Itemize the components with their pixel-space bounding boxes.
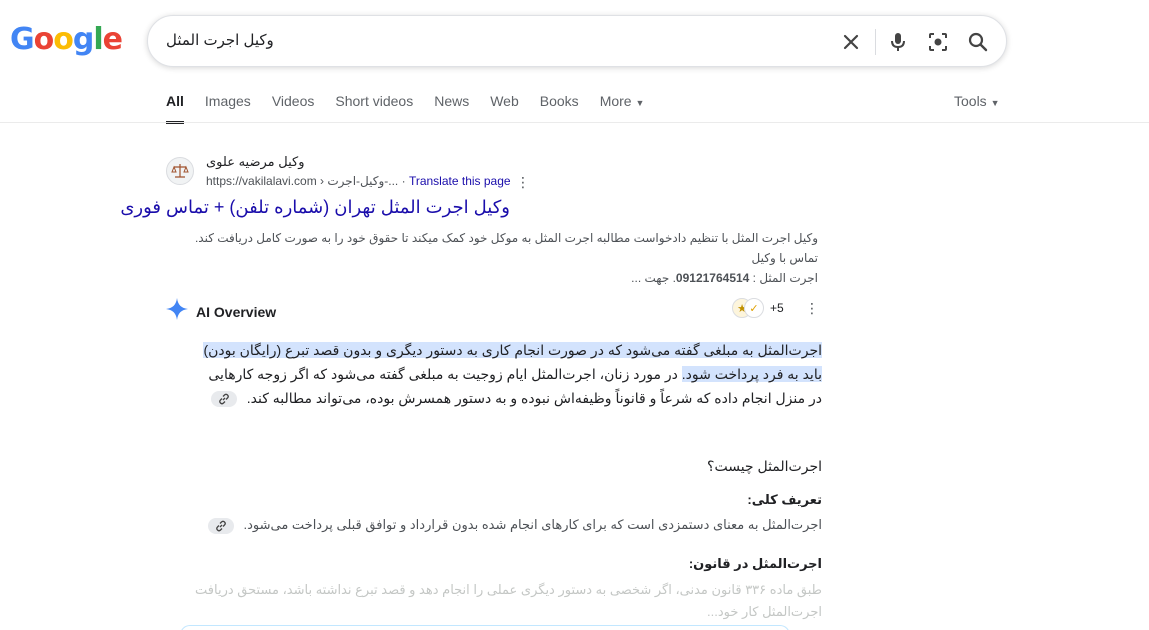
source-count: +5	[770, 301, 784, 315]
ai-subheading: اجرت‌المثل در قانون:	[688, 556, 822, 571]
ai-subheading: تعریف کلی:	[747, 492, 822, 507]
show-more-container[interactable]	[180, 625, 790, 630]
logo-letter: l	[93, 22, 103, 57]
snippet-suffix: . جهت ...	[631, 271, 676, 285]
result-snippet: وکیل اجرت المثل با تنظیم دادخواست مطالبه…	[166, 228, 818, 288]
ai-law-text: طبق ماده ۳۳۶ قانون مدنی، اگر شخصی به دست…	[195, 582, 822, 597]
search-icon[interactable]	[963, 27, 993, 57]
logo-letter: g	[72, 22, 95, 57]
tab-videos[interactable]: Videos	[272, 93, 315, 124]
link-icon[interactable]	[207, 517, 234, 534]
search-box[interactable]: وکیل اجرت المثل	[147, 15, 1007, 67]
tab-web[interactable]: Web	[490, 93, 519, 124]
site-favicon-icon[interactable]	[166, 157, 194, 185]
chevron-down-icon: ▼	[635, 98, 645, 108]
snippet-line: اجرت المثل : 09121764514. جهت ...	[166, 268, 818, 288]
logo-letter: o	[33, 22, 55, 57]
ai-overview-header: AI Overview	[166, 298, 276, 325]
tools-button[interactable]: Tools ▼	[954, 93, 1000, 109]
site-url[interactable]: https://vakilalavi.com › وکیل-اجرت-... ·…	[206, 174, 511, 188]
header-divider	[0, 122, 1149, 123]
tab-books[interactable]: Books	[540, 93, 579, 124]
definition-text: اجرت‌المثل به معنای دستمزدی است که برای …	[243, 517, 822, 532]
tab-images[interactable]: Images	[205, 93, 251, 124]
ai-more-options-icon[interactable]: ⋮	[805, 300, 819, 317]
tab-more[interactable]: More ▼	[600, 93, 645, 124]
google-logo[interactable]: Google	[10, 22, 123, 57]
tools-label: Tools	[954, 93, 987, 109]
chevron-down-icon: ▼	[990, 98, 1000, 108]
logo-letter: e	[102, 22, 123, 57]
snippet-line: وکیل اجرت المثل با تنظیم دادخواست مطالبه…	[194, 231, 818, 265]
search-input[interactable]: وکیل اجرت المثل	[166, 31, 274, 49]
logo-letter: G	[10, 22, 35, 57]
link-icon[interactable]	[210, 391, 237, 408]
tab-more-label: More	[599, 93, 632, 109]
logo-letter: o	[53, 22, 74, 57]
result-title-link[interactable]: وکیل اجرت المثل تهران (شماره تلفن) + تما…	[120, 197, 510, 218]
snippet-phone: 09121764514	[675, 271, 750, 285]
url-separator: ·	[401, 174, 409, 188]
ai-law-text: اجرت‌المثل کار خود...	[707, 604, 822, 619]
translate-link[interactable]: Translate this page	[409, 174, 511, 188]
result-more-options-icon[interactable]: ⋮	[516, 174, 530, 191]
ai-overview-label: AI Overview	[196, 303, 277, 320]
tab-news[interactable]: News	[434, 93, 469, 124]
tab-short-videos[interactable]: Short videos	[335, 93, 413, 124]
ai-definition: اجرت‌المثل به معنای دستمزدی است که برای …	[207, 517, 822, 534]
tab-all[interactable]: All	[166, 93, 184, 124]
source-favicon-icon: ✓	[744, 298, 764, 318]
ai-overview-paragraph: اجرت‌المثل به مبلغی گفته می‌شود که در صو…	[200, 338, 822, 410]
snippet-prefix: اجرت المثل :	[749, 271, 818, 285]
divider	[875, 29, 876, 55]
microphone-icon[interactable]	[883, 27, 913, 57]
site-name[interactable]: وکیل مرضیه علوی	[206, 154, 304, 170]
ai-heading: اجرت‌المثل چیست؟	[707, 458, 822, 474]
search-tabs: All Images Videos Short videos News Web …	[166, 93, 665, 124]
ai-sources[interactable]: ★ ✓ +5	[732, 298, 784, 318]
close-icon[interactable]	[836, 27, 866, 57]
camera-lens-icon[interactable]	[923, 27, 953, 57]
sparkle-icon	[166, 298, 188, 325]
url-text: https://vakilalavi.com › وکیل-اجرت-...	[206, 174, 399, 188]
